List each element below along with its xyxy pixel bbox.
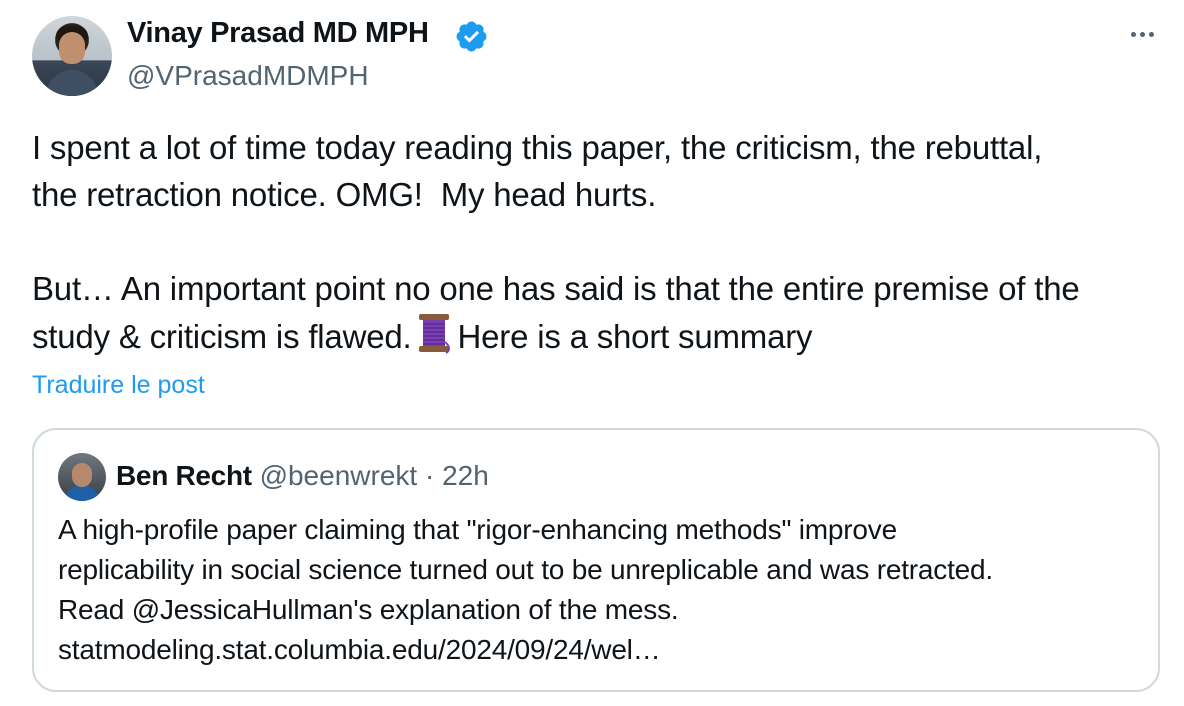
more-dot [1130, 31, 1136, 37]
quoted-header: Ben Recht @beenwrekt · 22h [116, 460, 489, 492]
author-avatar[interactable] [32, 16, 112, 96]
quoted-author-avatar[interactable] [58, 453, 106, 501]
more-dot [1139, 31, 1145, 37]
translate-post-link[interactable]: Traduire le post [32, 371, 205, 400]
separator-dot: · [424, 460, 435, 491]
quoted-tweet-card[interactable]: Ben Recht @beenwrekt · 22h A high-profil… [32, 428, 1160, 692]
quoted-tweet-text: A high-profile paper claiming that "rigo… [58, 510, 1138, 670]
avatar-face [59, 32, 85, 64]
quoted-text-line: Read @JessicaHullman's explanation of th… [58, 594, 679, 625]
quoted-text-link: statmodeling.stat.columbia.edu/2024/09/2… [58, 634, 661, 665]
author-name[interactable]: Vinay Prasad MD MPH [127, 17, 429, 50]
verified-badge-icon [456, 21, 487, 52]
avatar-shirt [46, 70, 98, 96]
more-options-button[interactable] [1120, 16, 1164, 52]
quoted-author-handle[interactable]: @beenwrekt [260, 460, 418, 491]
author-handle[interactable]: @VPrasadMDMPH [127, 60, 369, 92]
tweet-text: I spent a lot of time today reading this… [32, 124, 1172, 360]
quoted-timestamp[interactable]: 22h [442, 460, 489, 491]
tweet-paragraph-2-end: Here is a short summary [457, 318, 813, 355]
quoted-text-line: replicability in social science turned o… [58, 554, 993, 585]
more-dot [1148, 31, 1154, 37]
tweet-paragraph-1: I spent a lot of time today reading this… [32, 129, 1043, 213]
avatar-body [64, 485, 100, 501]
quoted-author-name[interactable]: Ben Recht [116, 460, 252, 491]
avatar-face [72, 463, 92, 487]
thread-spool-icon [418, 314, 450, 354]
quoted-text-line: A high-profile paper claiming that "rigo… [58, 514, 897, 545]
